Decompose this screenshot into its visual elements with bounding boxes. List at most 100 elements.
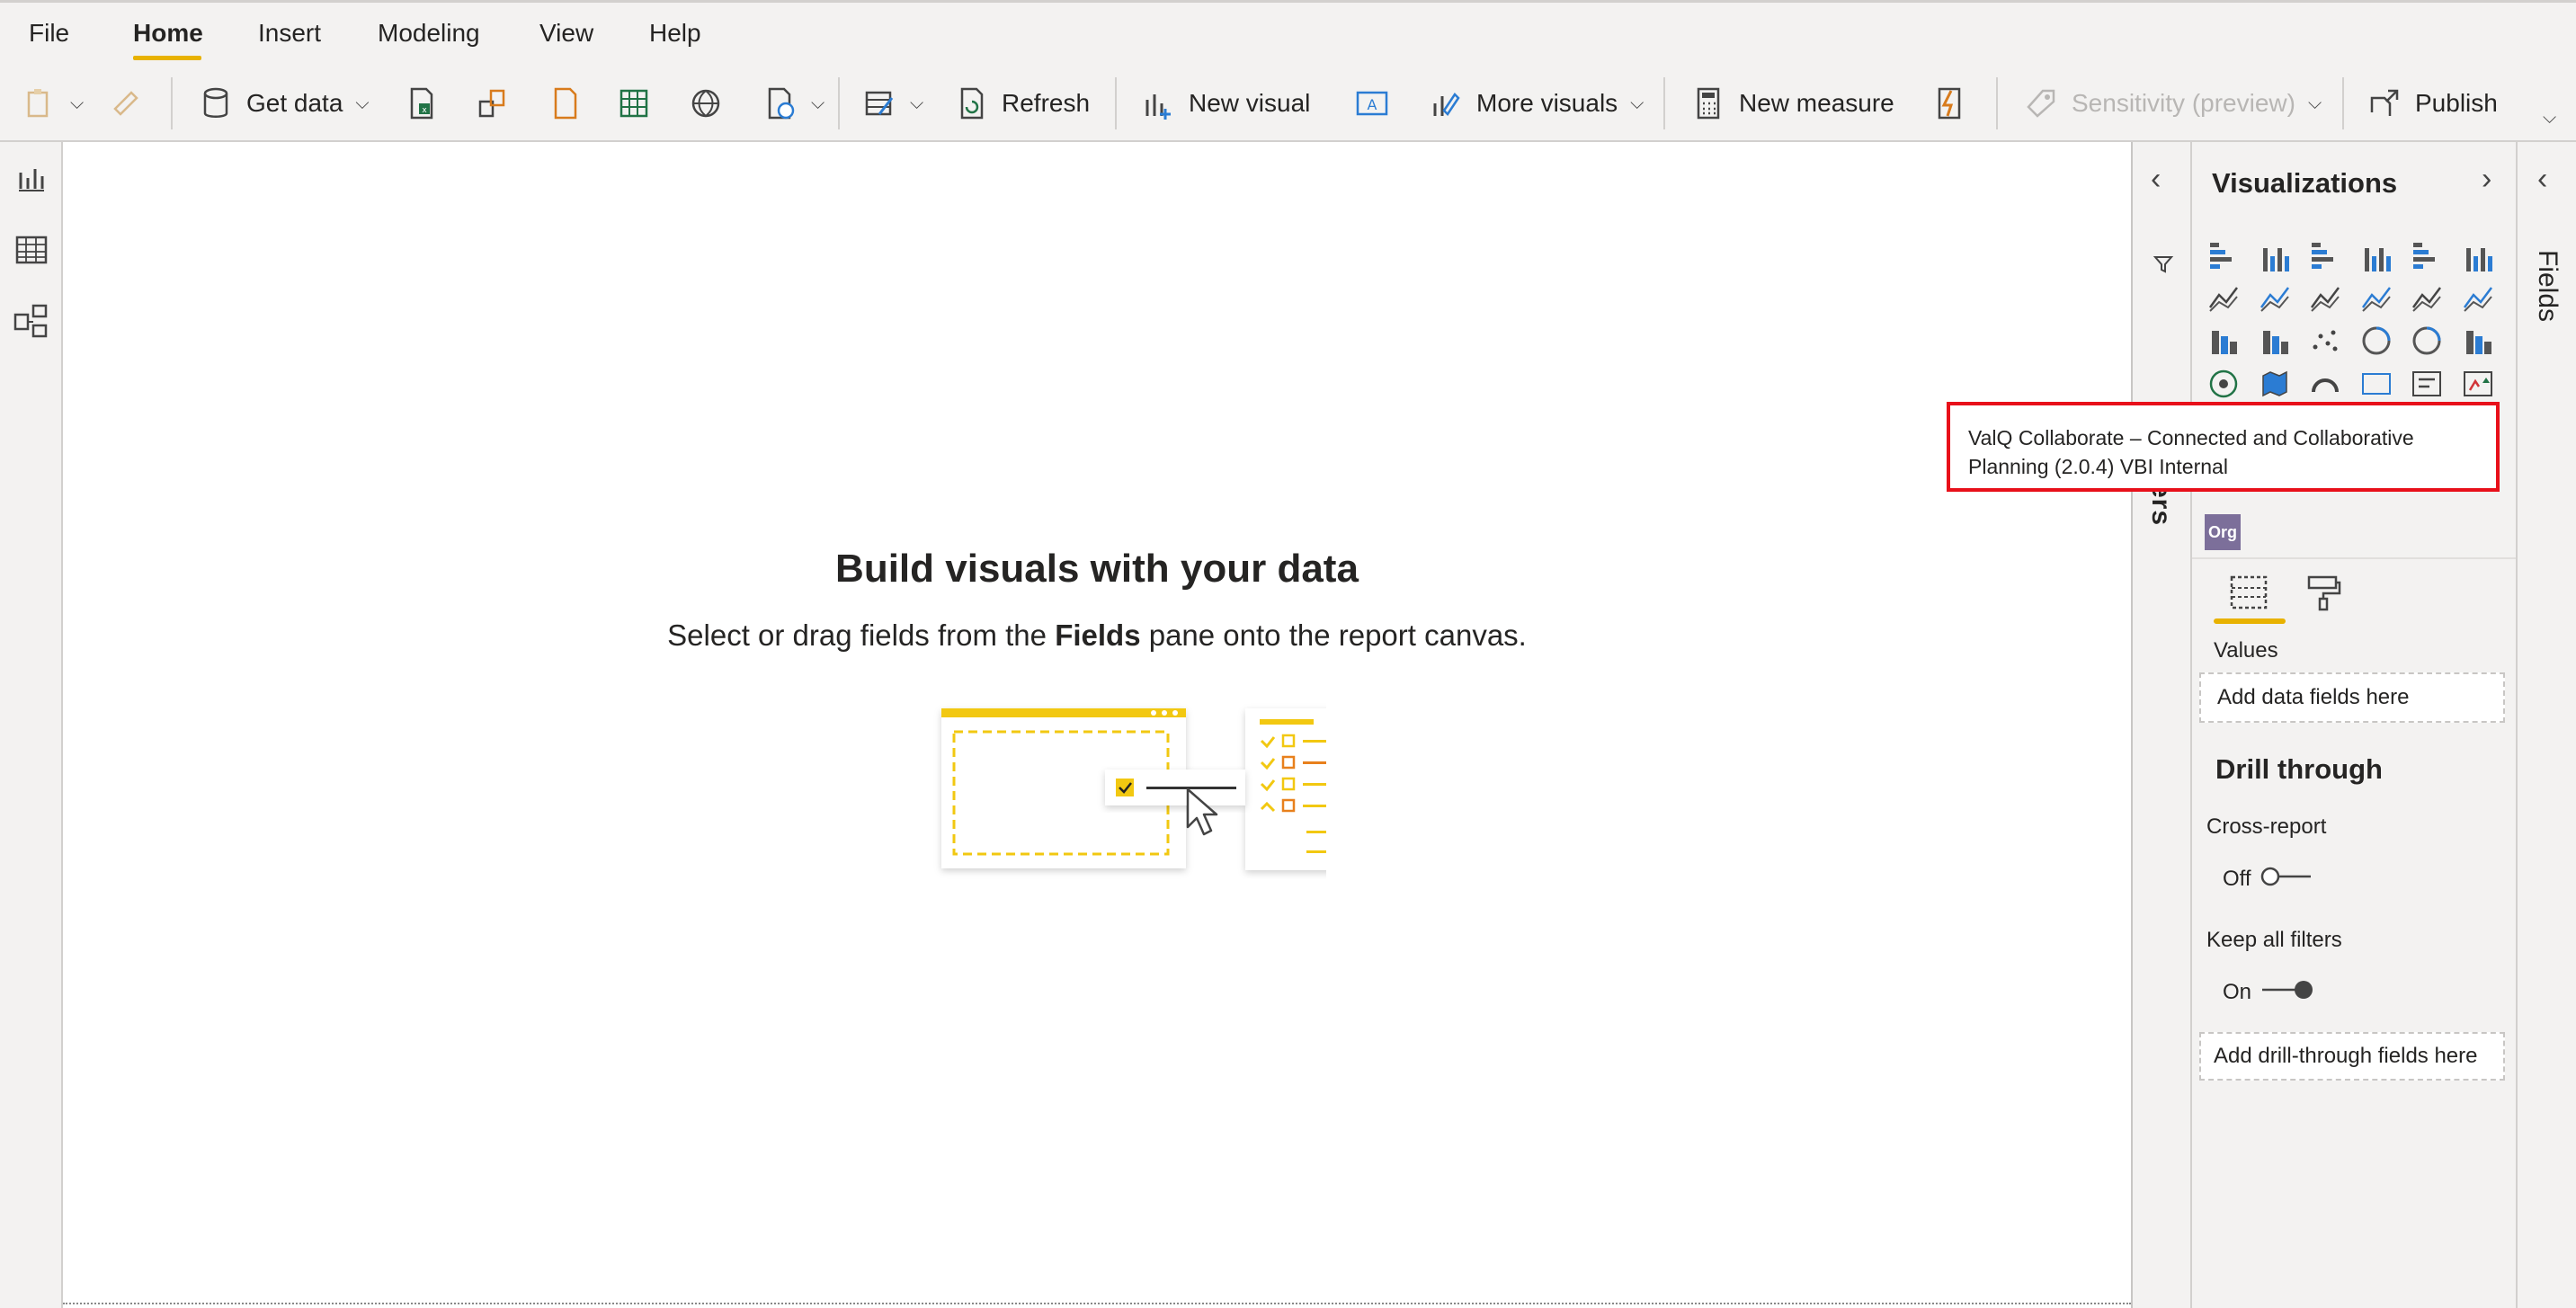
canvas-title: Build visuals with your data	[835, 547, 1359, 591]
100-column-icon[interactable]	[2461, 237, 2495, 271]
format-painter-button[interactable]	[108, 65, 144, 142]
pie-chart-icon[interactable]	[2359, 324, 2393, 358]
fields-pane-collapsed[interactable]: ‹ Fields	[2516, 142, 2576, 1308]
multi-row-card-icon[interactable]	[2410, 367, 2444, 401]
refresh-button[interactable]: Refresh	[953, 65, 1090, 142]
sensitivity-icon	[2027, 89, 2055, 118]
chevron-left-icon[interactable]: ‹	[2537, 162, 2547, 197]
clustered-bar-icon[interactable]	[2308, 237, 2342, 271]
filled-map-icon[interactable]	[2258, 367, 2292, 401]
sensitivity-button[interactable]: Sensitivity (preview) ⌵	[2023, 65, 2322, 142]
divider	[838, 77, 840, 129]
line-chart-icon[interactable]	[2206, 280, 2241, 315]
svg-text:x: x	[422, 106, 427, 115]
kpi-icon[interactable]	[2461, 367, 2495, 401]
chevron-right-icon[interactable]: ›	[2482, 162, 2491, 197]
active-tab-indicator	[133, 56, 201, 60]
stacked-area-icon[interactable]	[2308, 280, 2342, 315]
recent-sources-button[interactable]: ⌵	[762, 65, 824, 142]
area-chart-icon[interactable]	[2258, 280, 2292, 315]
transform-data-icon	[865, 91, 894, 116]
keep-all-filters-state: On	[2223, 980, 2252, 1004]
divider	[2192, 557, 2516, 559]
keep-all-filters-toggle[interactable]	[2259, 978, 2316, 1001]
format-painter-icon	[113, 91, 138, 116]
format-paint-roller-icon[interactable]	[2304, 572, 2345, 613]
treemap-icon[interactable]	[2461, 324, 2495, 358]
100-bar-icon[interactable]	[2410, 237, 2444, 271]
tooltip-line-1: ValQ Collaborate – Connected and Collabo…	[1968, 426, 2414, 449]
globe-icon	[691, 89, 720, 118]
map-icon[interactable]	[2206, 367, 2241, 401]
line-clustered-column-icon[interactable]	[2410, 280, 2444, 315]
clustered-column-icon[interactable]	[2359, 237, 2393, 271]
divider	[171, 77, 173, 129]
funnel-icon[interactable]	[2258, 324, 2292, 358]
more-visuals-label: More visuals	[1476, 89, 1618, 117]
publish-button[interactable]: Publish	[2367, 65, 2498, 142]
stacked-bar-icon[interactable]	[2206, 237, 2241, 271]
new-visual-button[interactable]: New visual	[1140, 65, 1310, 142]
quick-measure-button[interactable]	[1931, 65, 1967, 142]
table-icon	[619, 89, 648, 118]
chevron-down-icon: ⌵	[70, 93, 85, 113]
fields-well-tab-icon[interactable]	[2228, 572, 2269, 613]
enter-data-button[interactable]	[616, 65, 652, 142]
card-icon[interactable]	[2359, 367, 2393, 401]
transform-data-button[interactable]: ⌵	[861, 65, 923, 142]
filters-pane-collapsed[interactable]: ‹ Filters	[2131, 142, 2192, 1308]
report-view-icon[interactable]	[12, 160, 51, 200]
empty-canvas-illustration	[941, 708, 1326, 870]
scatter-icon[interactable]	[2308, 324, 2342, 358]
paste-icon	[27, 89, 49, 118]
tab-file[interactable]: File	[29, 19, 69, 48]
divider	[1115, 77, 1117, 129]
chevron-left-icon[interactable]: ‹	[2151, 162, 2161, 197]
tab-home[interactable]: Home	[133, 19, 203, 48]
values-drop-zone[interactable]: Add data fields here	[2199, 672, 2505, 723]
ribbon-collapse-icon[interactable]: ⌵	[2543, 108, 2556, 129]
quick-measure-icon	[1938, 87, 1961, 120]
report-canvas[interactable]: Build visuals with your data Select or d…	[63, 142, 2131, 1308]
chevron-down-icon: ⌵	[2307, 93, 2322, 113]
keep-all-filters-label: Keep all filters	[2206, 928, 2342, 952]
line-column-icon[interactable]	[2359, 280, 2393, 315]
text-box-button[interactable]: A	[1354, 65, 1390, 142]
recent-sources-icon	[768, 87, 795, 120]
tab-insert[interactable]: Insert	[258, 19, 321, 48]
dataverse-button[interactable]	[547, 65, 583, 142]
paste-button[interactable]: ⌵	[22, 65, 84, 142]
tab-modeling[interactable]: Modeling	[378, 19, 480, 48]
gauge-icon[interactable]	[2308, 367, 2342, 401]
tab-view[interactable]: View	[539, 19, 593, 48]
drill-through-drop-zone[interactable]: Add drill-through fields here	[2199, 1032, 2505, 1081]
tab-help[interactable]: Help	[649, 19, 701, 48]
chevron-down-icon: ⌵	[811, 93, 825, 113]
dataset-button[interactable]	[475, 65, 511, 142]
dataset-icon	[478, 89, 505, 118]
view-switcher-rail	[0, 142, 63, 1308]
stacked-column-icon[interactable]	[2258, 237, 2292, 271]
subtitle-bold-text: Fields	[1055, 618, 1141, 652]
get-data-button[interactable]: Get data ⌵	[198, 65, 370, 142]
active-pane-tab-indicator	[2214, 618, 2286, 624]
database-icon	[203, 87, 228, 118]
ribbon-chart-icon[interactable]	[2461, 280, 2495, 315]
cross-report-toggle[interactable]	[2259, 865, 2316, 888]
custom-visual-org-icon[interactable]: Org	[2205, 514, 2241, 550]
excel-button[interactable]: x	[403, 65, 439, 142]
fields-label: Fields	[2533, 250, 2563, 323]
sql-server-button[interactable]	[688, 65, 724, 142]
custom-visual-badge: Org	[2207, 522, 2237, 541]
donut-chart-icon[interactable]	[2410, 324, 2444, 358]
data-view-icon[interactable]	[12, 230, 51, 270]
svg-text:A: A	[1368, 96, 1377, 113]
publish-icon	[2370, 89, 2399, 116]
cross-report-label: Cross-report	[2206, 814, 2327, 839]
new-visual-icon	[1145, 94, 1171, 120]
more-visuals-button[interactable]: More visuals ⌵	[1428, 65, 1644, 142]
waterfall-icon[interactable]	[2206, 324, 2241, 358]
subtitle-text: Select or drag fields from the	[667, 618, 1056, 652]
model-view-icon[interactable]	[12, 302, 51, 342]
new-measure-button[interactable]: New measure	[1690, 65, 1894, 142]
